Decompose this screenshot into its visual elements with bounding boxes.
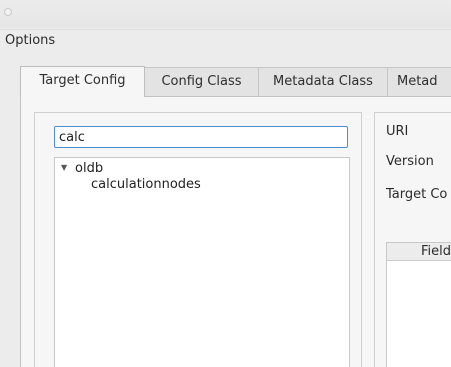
tab-bar: Target Config Config Class Metadata Clas… bbox=[0, 66, 451, 97]
tree-node-oldb[interactable]: ▼ oldb bbox=[61, 161, 103, 177]
title-bar[interactable] bbox=[0, 0, 451, 28]
tab-metadata-class[interactable]: Metadata Class bbox=[258, 67, 388, 96]
field-column-header[interactable]: Field bbox=[387, 243, 451, 261]
tab-metadata-partial[interactable]: Metad bbox=[387, 67, 451, 96]
tab-config-class[interactable]: Config Class bbox=[144, 67, 259, 96]
version-label: Version bbox=[386, 154, 434, 169]
uri-label: URI bbox=[386, 124, 409, 139]
tree-view[interactable]: ▼ oldb calculationnodes bbox=[54, 157, 350, 367]
menu-options[interactable]: Options bbox=[5, 33, 55, 48]
app-window: Options Target Config Config Class Metad… bbox=[0, 0, 451, 367]
window-menu-icon[interactable] bbox=[4, 8, 12, 16]
search-input[interactable] bbox=[54, 126, 348, 148]
target-config-label: Target Co bbox=[386, 187, 448, 202]
tree-node-calculationnodes[interactable]: calculationnodes bbox=[91, 177, 201, 193]
expand-arrow-icon[interactable]: ▼ bbox=[61, 163, 71, 172]
field-table[interactable]: Field bbox=[386, 242, 451, 367]
tab-target-config[interactable]: Target Config bbox=[20, 66, 145, 97]
tree-node-label: oldb bbox=[75, 161, 104, 176]
menu-bar: Options bbox=[0, 29, 451, 52]
